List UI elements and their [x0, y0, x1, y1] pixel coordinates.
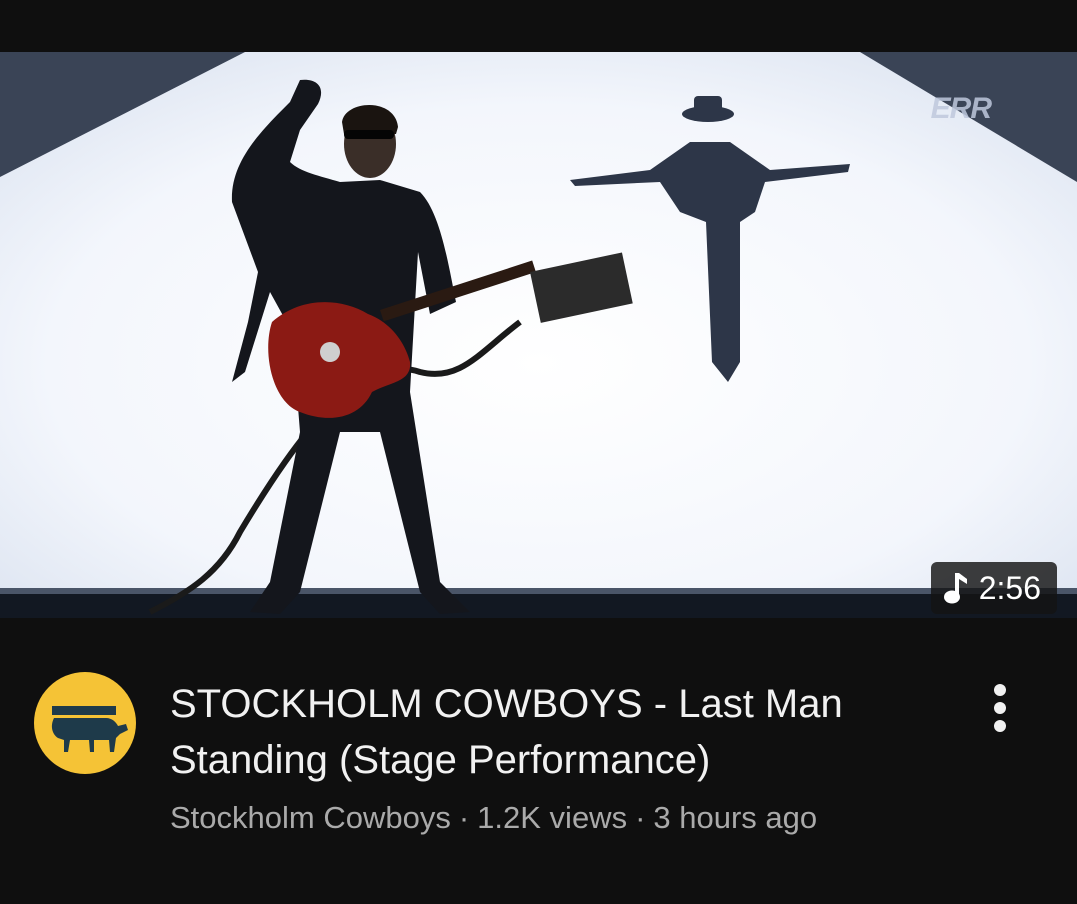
more-options-button[interactable] — [980, 680, 1020, 736]
separator: · — [458, 800, 470, 835]
upload-age: 3 hours ago — [653, 800, 818, 835]
channel-watermark: ERR — [930, 92, 992, 125]
more-vert-icon — [994, 684, 1006, 696]
channel-name[interactable]: Stockholm Cowboys — [170, 800, 451, 835]
video-title[interactable]: STOCKHOLM COWBOYS - Last Man Standing (S… — [170, 676, 930, 788]
video-subline: Stockholm Cowboys · 1.2K views · 3 hours ago — [170, 800, 817, 836]
separator: · — [635, 800, 646, 835]
channel-avatar[interactable] — [34, 672, 136, 774]
thumbnail-scene — [0, 52, 1077, 618]
video-meta: STOCKHOLM COWBOYS - Last Man Standing (S… — [0, 640, 1077, 904]
view-count: 1.2K views — [477, 800, 628, 835]
duration-text: 2:56 — [978, 569, 1041, 606]
music-note-icon — [943, 571, 969, 605]
duration-badge: 2:56 — [930, 562, 1057, 614]
video-thumbnail[interactable]: ERR 2:56 — [0, 52, 1077, 618]
cow-logo-icon — [51, 706, 129, 752]
